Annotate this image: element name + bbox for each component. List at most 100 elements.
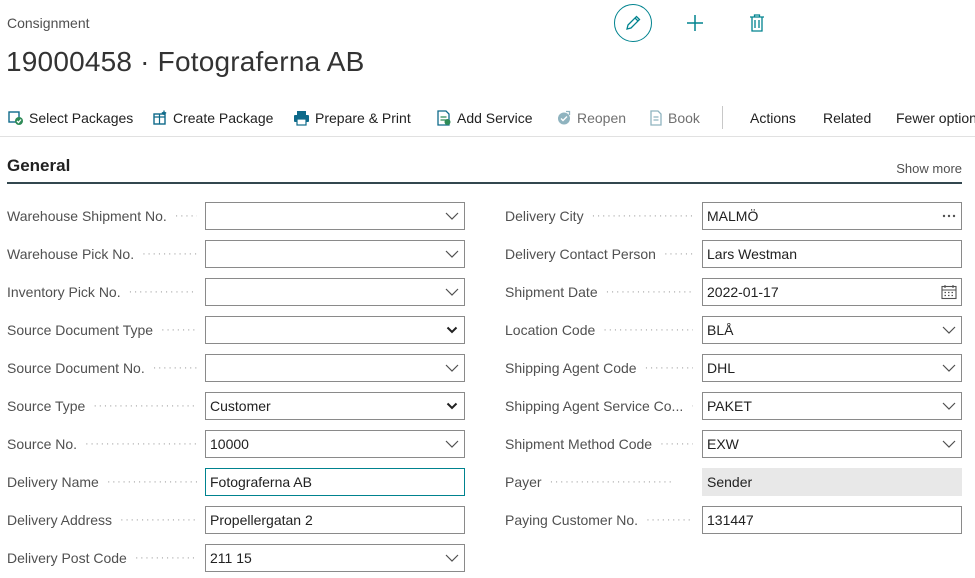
reopen-label: Reopen [577,110,627,126]
chevron-down-icon [942,364,956,372]
add-service-icon [437,110,451,126]
select-control[interactable] [444,322,460,338]
chevron-control[interactable] [941,436,957,452]
shipment-method-code-label: Shipment Method Code ····················… [505,430,693,458]
field-value: PAKET [707,398,752,414]
reopen-button[interactable]: Reopen [556,100,626,136]
leader-dots: ························ [128,286,197,298]
printer-icon [294,111,309,126]
general-section-header: General Show more [7,148,962,184]
fewer-options-button[interactable]: Fewer options [896,100,975,136]
shipping-agent-code-field[interactable]: DHL [702,354,962,382]
field-label-text: Delivery City [505,208,584,224]
warehouse-pick-no-field[interactable] [205,240,465,268]
delivery-city-field[interactable]: MALMÖ [702,202,962,230]
select-packages-label: Select Packages [29,110,134,126]
field-value: Customer [210,398,271,414]
field-value: 10000 [210,436,249,452]
toolbar-separator [722,106,723,129]
delivery-name-label: Delivery Name ························ [7,468,197,496]
location-code-field[interactable]: BLÅ [702,316,962,344]
delivery-name-field[interactable]: Fotograferna AB [205,468,465,496]
field-value: Lars Westman [707,246,797,262]
leader-dots: ························ [161,324,197,336]
shipment-date-field[interactable]: 2022-01-17 [702,278,962,306]
prepare-print-button[interactable]: Prepare & Print [293,100,411,136]
chevron-control[interactable] [444,208,460,224]
leader-dots: ························ [120,514,197,526]
source-type-field[interactable]: Customer [205,392,465,420]
field-label-text: Inventory Pick No. [7,284,121,300]
delivery-contact-person-label: Delivery Contact Person ·················… [505,240,693,268]
payer-field: Sender [702,468,962,496]
leader-dots: ························ [93,400,197,412]
chevron-control[interactable] [941,398,957,414]
delivery-city-label: Delivery City ························ [505,202,693,230]
chevron-down-icon [942,440,956,448]
source-type-label: Source Type ························ [7,392,197,420]
edit-button[interactable] [614,4,652,42]
select-packages-button[interactable]: Select Packages [8,100,133,136]
book-button[interactable]: Book [649,100,700,136]
field-label-text: Source Document Type [7,322,154,338]
field-label-text: Payer [505,474,542,490]
source-no-field[interactable]: 10000 [205,430,465,458]
warehouse-shipment-no-field[interactable] [205,202,465,230]
chevron-control[interactable] [444,246,460,262]
chevron-down-icon [445,440,459,448]
select-control[interactable] [444,398,460,414]
field-label-text: Delivery Address [7,512,113,528]
payer-label: Payer ························ [505,468,693,496]
chevron-control[interactable] [941,322,957,338]
source-document-type-label: Source Document Type ····················… [7,316,197,344]
chevron-control[interactable] [444,284,460,300]
leader-dots: ························ [646,514,693,526]
new-button[interactable] [676,4,714,42]
ellipsis-icon [942,214,956,218]
field-label-text: Warehouse Pick No. [7,246,135,262]
shipment-method-code-field[interactable]: EXW [702,430,962,458]
related-menu[interactable]: Related [823,100,871,136]
ellipsis-control[interactable] [941,208,957,224]
warehouse-shipment-no-label: Warehouse Shipment No. ··················… [7,202,197,230]
paying-customer-no-field[interactable]: 131447 [702,506,962,534]
actions-menu[interactable]: Actions [750,100,796,136]
field-value: EXW [707,436,739,452]
chevron-control[interactable] [444,550,460,566]
chevron-control[interactable] [941,360,957,376]
leader-dots: ························ [152,362,197,374]
chevron-control[interactable] [444,360,460,376]
select-arrow-icon [446,402,458,410]
field-value: 2022-01-17 [707,284,779,300]
source-document-no-field[interactable] [205,354,465,382]
field-value: DHL [707,360,736,376]
leader-dots: ························ [134,552,197,564]
leader-dots: ························ [142,248,197,260]
leader-dots: ························ [85,438,197,450]
chevron-down-icon [445,288,459,296]
field-value: Sender [707,474,753,490]
add-service-button[interactable]: Add Service [436,100,532,136]
shipping-agent-service-co-field[interactable]: PAKET [702,392,962,420]
inventory-pick-no-field[interactable] [205,278,465,306]
related-label: Related [823,110,872,126]
chevron-control[interactable] [444,436,460,452]
field-value: MALMÖ [707,208,759,224]
source-document-no-label: Source Document No. ·····················… [7,354,197,382]
leader-dots: ························ [106,476,197,488]
show-more-link[interactable]: Show more [896,161,962,176]
delivery-contact-person-field[interactable]: Lars Westman [702,240,962,268]
field-label-text: Source No. [7,436,78,452]
delete-button[interactable] [738,4,776,42]
warehouse-pick-no-label: Warehouse Pick No. ······················… [7,240,197,268]
delivery-address-label: Delivery Address ························ [7,506,197,534]
delivery-post-code-field[interactable]: 211 15 [205,544,465,572]
delivery-address-field[interactable]: Propellergatan 2 [205,506,465,534]
shipment-date-label: Shipment Date ························ [505,278,693,306]
chevron-down-icon [445,554,459,562]
source-document-type-field[interactable] [205,316,465,344]
calendar-control[interactable] [941,284,957,300]
page-caption: Consignment [7,15,90,31]
section-title[interactable]: General [7,156,70,176]
create-package-button[interactable]: Create Package [152,100,273,136]
